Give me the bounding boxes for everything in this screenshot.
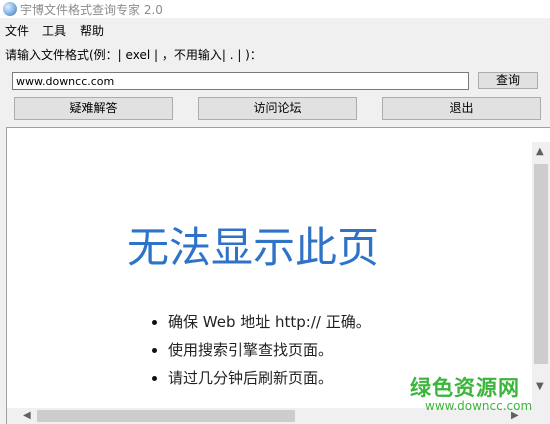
- title-bar: 宇博文件格式查询专家 2.0: [0, 0, 550, 18]
- scroll-up-icon[interactable]: ▲: [536, 147, 544, 157]
- bullet-icon: [152, 320, 157, 325]
- list-item: 请过几分钟后刷新页面。: [152, 366, 371, 394]
- menu-tools[interactable]: 工具: [42, 22, 66, 39]
- horizontal-scroll-thumb[interactable]: [37, 410, 295, 422]
- app-globe-icon: [3, 2, 17, 16]
- list-item: 使用搜索引擎查找页面。: [152, 338, 371, 366]
- exit-button[interactable]: 退出: [382, 97, 541, 120]
- bullet-icon: [152, 348, 157, 353]
- menu-bar: 文件 工具 帮助: [0, 19, 550, 39]
- tip-text: 确保 Web 地址 http:// 正确。: [168, 313, 371, 331]
- list-item: 确保 Web 地址 http:// 正确。: [152, 310, 371, 338]
- query-button[interactable]: 查询: [478, 72, 538, 89]
- faq-button[interactable]: 疑难解答: [14, 97, 173, 120]
- format-input[interactable]: [12, 72, 469, 90]
- watermark-url: www.downcc.com: [425, 399, 533, 413]
- bullet-icon: [152, 376, 157, 381]
- menu-file[interactable]: 文件: [5, 22, 29, 39]
- error-tips-list: 确保 Web 地址 http:// 正确。 使用搜索引擎查找页面。 请过几分钟后…: [152, 310, 371, 394]
- visit-forum-button[interactable]: 访问论坛: [198, 97, 357, 120]
- scroll-down-icon[interactable]: ▼: [536, 382, 544, 392]
- scroll-left-icon[interactable]: ◀: [23, 411, 31, 421]
- vertical-scrollbar[interactable]: ▲ ▼: [532, 142, 550, 408]
- menu-help[interactable]: 帮助: [80, 22, 104, 39]
- error-title: 无法显示此页: [127, 223, 380, 272]
- tip-text: 使用搜索引擎查找页面。: [168, 341, 334, 359]
- vertical-scroll-thumb[interactable]: [534, 164, 548, 364]
- watermark-logo: 绿色资源网: [410, 376, 520, 400]
- tip-text: 请过几分钟后刷新页面。: [168, 369, 334, 387]
- window-title: 宇博文件格式查询专家 2.0: [20, 3, 163, 17]
- format-prompt-label: 请输入文件格式(例：| exel | ，不用输入| . | )：: [5, 48, 262, 62]
